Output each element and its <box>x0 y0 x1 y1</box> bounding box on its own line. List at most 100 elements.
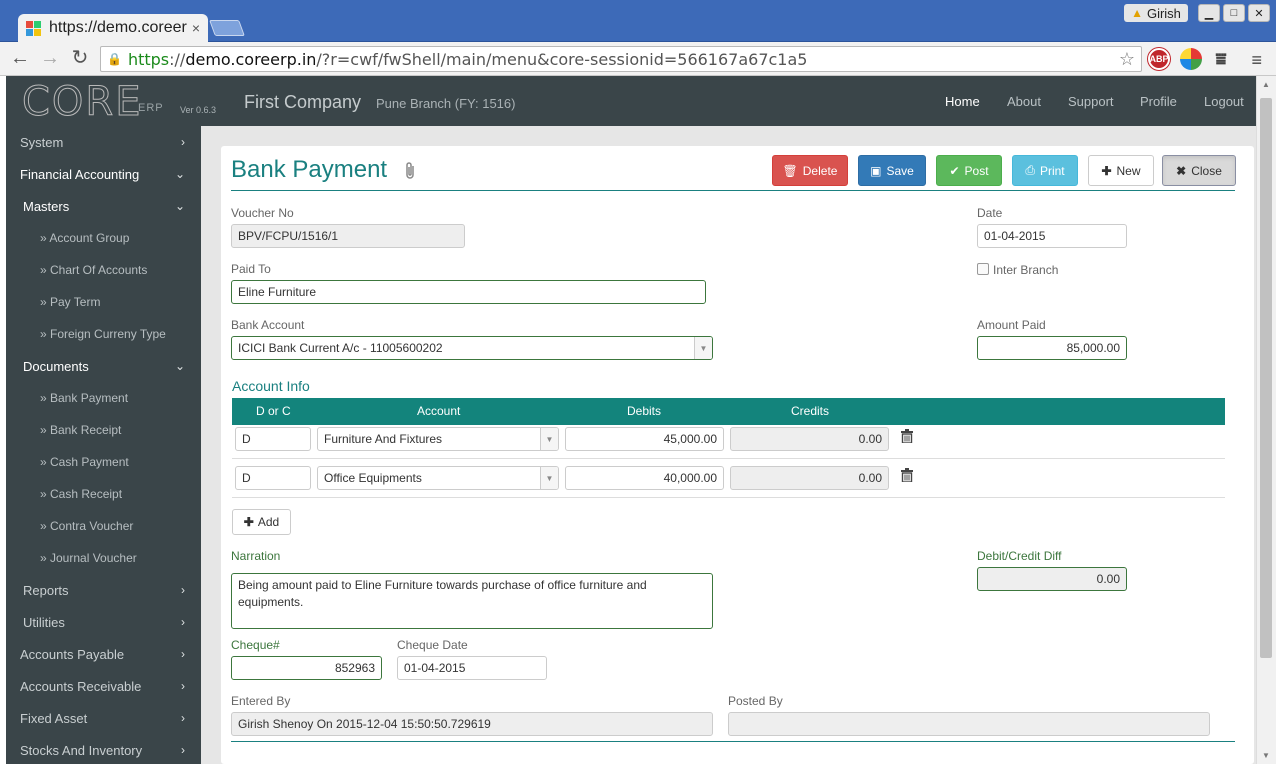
sidebar-item-bank-payment[interactable]: » Bank Payment <box>6 382 201 414</box>
new-tab-button[interactable] <box>209 20 245 36</box>
posted-by-field[interactable] <box>728 712 1210 736</box>
scroll-up-icon[interactable]: ▲ <box>1262 80 1270 89</box>
scrollbar-thumb[interactable] <box>1260 98 1272 658</box>
entered-by-field[interactable]: Girish Shenoy On 2015-12-04 15:50:50.729… <box>231 712 713 736</box>
sidebar-item-masters[interactable]: Masters ⌄ <box>6 190 201 222</box>
row-account-select[interactable]: Furniture And Fixtures ▼ <box>317 427 559 451</box>
date-field[interactable]: 01-04-2015 <box>977 224 1127 248</box>
extension-tower-icon[interactable]: ⩸ <box>1210 48 1232 70</box>
sidebar-item-financial-accounting[interactable]: Financial Accounting ⌄ <box>6 158 201 190</box>
plus-icon: ✚ <box>243 515 254 529</box>
scroll-down-icon[interactable]: ▼ <box>1262 751 1270 760</box>
paid-to-field[interactable]: Eline Furniture <box>231 280 706 304</box>
col-d-or-c: D or C <box>256 404 291 418</box>
nav-home[interactable]: Home <box>945 94 980 109</box>
delete-row-icon[interactable] <box>901 429 913 446</box>
row-dc-field[interactable]: D <box>235 466 311 490</box>
title-divider <box>231 190 1235 191</box>
dropdown-arrow-icon: ▼ <box>694 337 712 359</box>
forward-icon[interactable]: → <box>38 48 62 68</box>
paid-to-label: Paid To <box>231 262 271 276</box>
row-account-select[interactable]: Office Equipments ▼ <box>317 466 559 490</box>
amount-paid-field[interactable]: 85,000.00 <box>977 336 1127 360</box>
chevron-right-icon: › <box>181 615 185 629</box>
sidebar-item-label: » Bank Payment <box>40 391 129 405</box>
sidebar-item-system[interactable]: System › <box>6 126 201 158</box>
nav-profile[interactable]: Profile <box>1140 94 1177 109</box>
add-row-button[interactable]: ✚ Add <box>232 509 291 535</box>
sidebar-item-reports[interactable]: Reports › <box>6 574 201 606</box>
core-logo[interactable]: CORE <box>21 82 142 123</box>
maximize-button[interactable]: □ <box>1223 4 1245 22</box>
sidebar-item-accounts-receivable[interactable]: Accounts Receivable › <box>6 670 201 702</box>
extension-icon[interactable] <box>1180 48 1202 70</box>
debit-credit-diff-field[interactable]: 0.00 <box>977 567 1127 591</box>
inter-branch-label: Inter Branch <box>993 263 1059 277</box>
reload-icon[interactable]: ↻ <box>68 48 92 68</box>
row-credit-field[interactable]: 0.00 <box>730 427 889 451</box>
sidebar-item-label: » Pay Term <box>40 295 101 309</box>
close-window-button[interactable]: ✕ <box>1248 4 1270 22</box>
delete-button[interactable]: 🗑 Delete <box>772 155 848 186</box>
sidebar-item-documents[interactable]: Documents ⌄ <box>6 350 201 382</box>
tab-close-icon[interactable]: × <box>192 20 200 36</box>
sidebar-item-label: » Cash Payment <box>40 455 129 469</box>
paperclip-icon[interactable] <box>403 161 417 187</box>
narration-label: Narration <box>231 549 281 563</box>
delete-row-icon[interactable] <box>901 468 913 485</box>
bank-account-select[interactable]: ICICI Bank Current A/c - 11005600202 ▼ <box>231 336 713 360</box>
bank-account-value: ICICI Bank Current A/c - 11005600202 <box>238 341 443 355</box>
nav-support[interactable]: Support <box>1068 94 1114 109</box>
sidebar-item-cash-receipt[interactable]: » Cash Receipt <box>6 478 201 510</box>
sidebar-item-contra-voucher[interactable]: » Contra Voucher <box>6 510 201 542</box>
sidebar-item-label: Accounts Payable <box>20 646 125 662</box>
address-bar[interactable]: 🔒 https://demo.coreerp.in/?r=cwf/fwShell… <box>100 46 1142 72</box>
page-scrollbar[interactable]: ▲ ▼ <box>1256 76 1276 764</box>
sidebar-item-foreign-currency-type[interactable]: » Foreign Curreny Type <box>6 318 201 350</box>
cheque-field[interactable]: 852963 <box>231 656 382 680</box>
sidebar-item-journal-voucher[interactable]: » Journal Voucher <box>6 542 201 574</box>
row-credit-field[interactable]: 0.00 <box>730 466 889 490</box>
bookmark-star-icon[interactable]: ☆ <box>1119 49 1135 70</box>
narration-textarea[interactable]: Being amount paid to Eline Furniture tow… <box>231 573 713 629</box>
new-button[interactable]: ✚ New <box>1088 155 1154 186</box>
date-label: Date <box>977 206 1003 220</box>
save-button[interactable]: ▣ Save <box>858 155 926 186</box>
sidebar-item-fixed-asset[interactable]: Fixed Asset › <box>6 702 201 734</box>
sidebar-item-label: Utilities <box>23 614 65 630</box>
sidebar-item-chart-of-accounts[interactable]: » Chart Of Accounts <box>6 254 201 286</box>
sidebar: System › Financial Accounting ⌄ Masters ⌄ »… <box>6 126 201 764</box>
sidebar-item-utilities[interactable]: Utilities › <box>6 606 201 638</box>
close-button[interactable]: ✖ Close <box>1162 155 1236 186</box>
sidebar-item-bank-receipt[interactable]: » Bank Receipt <box>6 414 201 446</box>
sidebar-item-accounts-payable[interactable]: Accounts Payable › <box>6 638 201 670</box>
browser-tab[interactable]: https://demo.coreer × <box>18 14 208 42</box>
footer-divider <box>231 741 1235 742</box>
row-dc-field[interactable]: D <box>235 427 311 451</box>
print-button[interactable]: ⎙ Print <box>1012 155 1078 186</box>
voucher-no-field[interactable]: BPV/FCPU/1516/1 <box>231 224 465 248</box>
chevron-right-icon: › <box>181 135 185 149</box>
cheque-date-field[interactable]: 01-04-2015 <box>397 656 547 680</box>
sidebar-item-stocks-and-inventory[interactable]: Stocks And Inventory › <box>6 734 201 764</box>
nav-about[interactable]: About <box>1007 94 1041 109</box>
inter-branch-checkbox[interactable] <box>977 263 989 275</box>
sidebar-item-cash-payment[interactable]: » Cash Payment <box>6 446 201 478</box>
col-debits: Debits <box>627 404 662 418</box>
sidebar-item-pay-term[interactable]: » Pay Term <box>6 286 201 318</box>
back-icon[interactable]: ← <box>8 48 32 68</box>
post-button[interactable]: ✔ Post <box>936 155 1002 186</box>
sidebar-item-label: » Bank Receipt <box>40 423 122 437</box>
debit-credit-diff-label: Debit/Credit Diff <box>977 549 1062 563</box>
adblock-icon[interactable]: ABP <box>1148 48 1170 70</box>
browser-menu-icon[interactable]: ≡ <box>1251 50 1262 71</box>
nav-logout[interactable]: Logout <box>1204 94 1244 109</box>
print-label: Print <box>1039 163 1065 178</box>
row-debit-field[interactable]: 45,000.00 <box>565 427 724 451</box>
row-debit-field[interactable]: 40,000.00 <box>565 466 724 490</box>
profile-badge[interactable]: ▲ Girish <box>1124 4 1188 22</box>
minimize-button[interactable]: ▁ <box>1198 4 1220 22</box>
col-account: Account <box>417 404 461 418</box>
sidebar-item-label: » Journal Voucher <box>40 551 137 565</box>
sidebar-item-account-group[interactable]: » Account Group <box>6 222 201 254</box>
